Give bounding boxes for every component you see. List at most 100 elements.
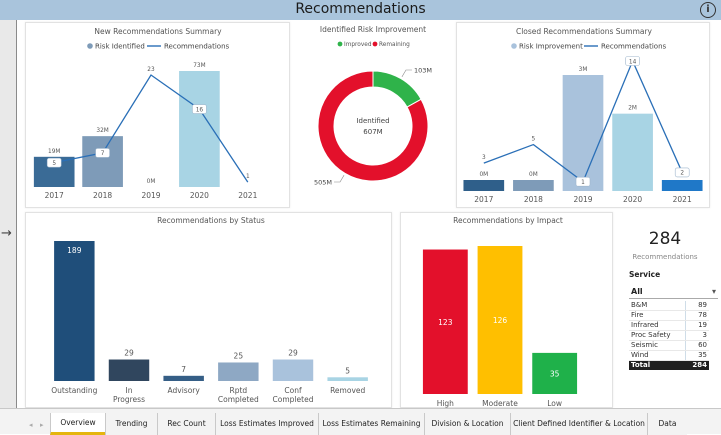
bar-2018 <box>82 136 123 187</box>
recommendations-by-status-chart[interactable]: Recommendations by Status 189 Outstanding… <box>25 212 392 408</box>
service-count: 3 <box>684 330 709 341</box>
line-point-label-2018: 7 <box>101 151 105 157</box>
filter-pane-collapsed[interactable]: → <box>0 20 17 408</box>
x-tick-conf-completed-line2: Completed <box>273 395 314 404</box>
x-tick-advisory: Advisory <box>168 386 201 395</box>
service-row[interactable]: B&M 89 <box>629 301 709 311</box>
tab-rec-count[interactable]: Rec Count <box>157 413 215 435</box>
service-table[interactable]: B&M 89 Fire 78 Infrared 19 Proc Safety 3 Seismic… <box>629 301 709 370</box>
legend-label-remaining: Remaining <box>379 42 410 48</box>
chevron-down-icon[interactable]: ▾ <box>712 285 716 299</box>
arrow-right-icon[interactable]: → <box>1 226 12 241</box>
bar-value-label-in-progress: 29 <box>124 349 134 358</box>
bar-value-label-2018: 0M <box>529 172 538 178</box>
donut-plot-area[interactable]: 103M 505M <box>314 66 432 186</box>
bar-value-label-high: 123 <box>438 318 453 327</box>
legend-marker-bar <box>511 43 517 49</box>
bar-value-label-advisory: 7 <box>181 365 186 374</box>
service-row[interactable]: Infrared 19 <box>629 320 709 331</box>
tab-overview[interactable]: Overview <box>50 413 105 435</box>
tab-loss-estimates-improved[interactable]: Loss Estimates Improved <box>215 413 318 435</box>
service-row[interactable]: Seismic 60 <box>629 340 709 351</box>
legend-marker-remaining <box>372 41 378 47</box>
service-count: 35 <box>684 350 709 361</box>
tab-loss-estimates-remaining[interactable]: Loss Estimates Remaining <box>318 413 424 435</box>
legend-label-bar: Risk Identified <box>95 43 145 51</box>
closed-recommendations-summary-chart[interactable]: Closed Recommendations Summary Risk Impr… <box>456 22 710 208</box>
bar-2021 <box>661 180 703 191</box>
service-count: 19 <box>684 320 709 331</box>
service-row[interactable]: Fire 78 <box>629 310 709 321</box>
tab-division-location[interactable]: Division & Location <box>424 413 510 435</box>
donut-center-value: 607M <box>363 128 382 136</box>
info-icon[interactable]: i <box>700 2 716 18</box>
x-tick-outstanding: Outstanding <box>51 386 97 395</box>
line-point-label-2018: 5 <box>532 137 536 143</box>
chart-plot-area[interactable]: 19M 2017 32M 2018 0M 2019 73M 2020 2021 5 7 23 16 1 <box>33 63 258 200</box>
service-count: 60 <box>684 340 709 351</box>
chart-plot-area[interactable]: 189 Outstanding 29 InProgress 7 Advisory 25 Rpt… <box>51 241 368 404</box>
kpi-recommendations-count: 284 <box>648 229 682 249</box>
line-point-label-2020: 14 <box>629 59 637 65</box>
bar-outstanding <box>54 241 95 381</box>
line-point-label-2020: 16 <box>196 107 204 113</box>
kpi-recommendations-label: Recommendations <box>632 253 698 261</box>
x-tick-2020: 2020 <box>623 195 642 204</box>
x-tick-moderate: Moderate <box>482 399 518 408</box>
status-svg: Recommendations by Status 189 Outstanding… <box>51 216 368 404</box>
bar-rptd-completed <box>218 362 259 381</box>
chart-legend[interactable]: Risk Improvement Recommendations <box>511 43 667 51</box>
chart-legend[interactable]: Risk Identified Recommendations <box>87 43 230 51</box>
bar-value-label-removed: 5 <box>345 366 350 375</box>
tab-scroll-left-icon[interactable]: ◂ <box>29 421 33 429</box>
service-name: Proc Safety <box>629 330 686 341</box>
x-tick-2017: 2017 <box>474 195 493 204</box>
chart-title: Recommendations by Impact <box>453 216 563 225</box>
x-tick-rptd-completed-line2: Completed <box>218 395 259 404</box>
bar-removed <box>327 377 368 381</box>
identified-risk-improvement-chart[interactable]: Identified Risk Improvement Improved Rem… <box>295 22 450 208</box>
chart-plot-area[interactable]: 123 High 126 Moderate 35 Low <box>422 246 578 408</box>
service-row[interactable]: Proc Safety 3 <box>629 330 709 341</box>
service-dropdown[interactable]: All ▾ <box>629 285 718 299</box>
legend-label-bar: Risk Improvement <box>519 43 583 51</box>
x-tick-2019: 2019 <box>573 195 592 204</box>
x-tick-2021: 2021 <box>673 195 692 204</box>
service-row[interactable]: Wind 35 <box>629 350 709 361</box>
line-point-label-2017: 5 <box>52 161 56 167</box>
chart-title: Identified Risk Improvement <box>320 25 426 34</box>
line-point-label-2021: 1 <box>246 174 250 180</box>
bar-value-label-2019: 3M <box>579 67 588 73</box>
service-count: 78 <box>684 310 709 321</box>
donut-slice-improved <box>372 70 422 108</box>
bar-value-label-outstanding: 189 <box>67 246 82 255</box>
chart-plot-area[interactable]: 0M20170M20183M20192M20200M2021351142 <box>463 56 703 205</box>
chart-legend[interactable]: Improved Remaining <box>337 41 411 48</box>
page-title: Recommendations <box>295 1 426 17</box>
donut-center-label: Identified <box>356 117 389 125</box>
service-name: Infrared <box>629 320 686 331</box>
x-tick-high: High <box>437 399 454 408</box>
service-name: Total <box>629 360 686 370</box>
tab-client-defined-identifier-location[interactable]: Client Defined Identifier & Location <box>510 413 647 435</box>
bar-value-label-2020: 73M <box>193 63 205 69</box>
service-name: B&M <box>629 301 686 311</box>
tab-scroll-right-icon[interactable]: ▸ <box>40 421 44 429</box>
legend-marker-improved <box>337 41 343 47</box>
tab-trending[interactable]: Trending <box>105 413 157 435</box>
x-tick-2018: 2018 <box>524 195 543 204</box>
service-count: 89 <box>684 301 709 311</box>
new-recommendations-summary-chart[interactable]: New Recommendations Summary Risk Identif… <box>25 22 290 208</box>
service-slicer-title: Service <box>629 270 661 279</box>
tab-data[interactable]: Data <box>647 413 687 435</box>
recommendations-by-impact-chart[interactable]: Recommendations by Impact 123 High 126 Mode… <box>400 212 613 408</box>
x-tick-in-progress: In <box>126 386 133 395</box>
bar-value-label-moderate: 126 <box>493 316 508 325</box>
donut-leader-improved <box>401 69 412 78</box>
bar-2017 <box>463 180 505 191</box>
bar-value-label-2017: 0M <box>479 172 488 178</box>
x-tick-2019: 2019 <box>141 191 160 200</box>
bar-2018 <box>513 180 554 191</box>
bar-2019 <box>562 75 604 191</box>
service-count: 284 <box>685 360 709 370</box>
